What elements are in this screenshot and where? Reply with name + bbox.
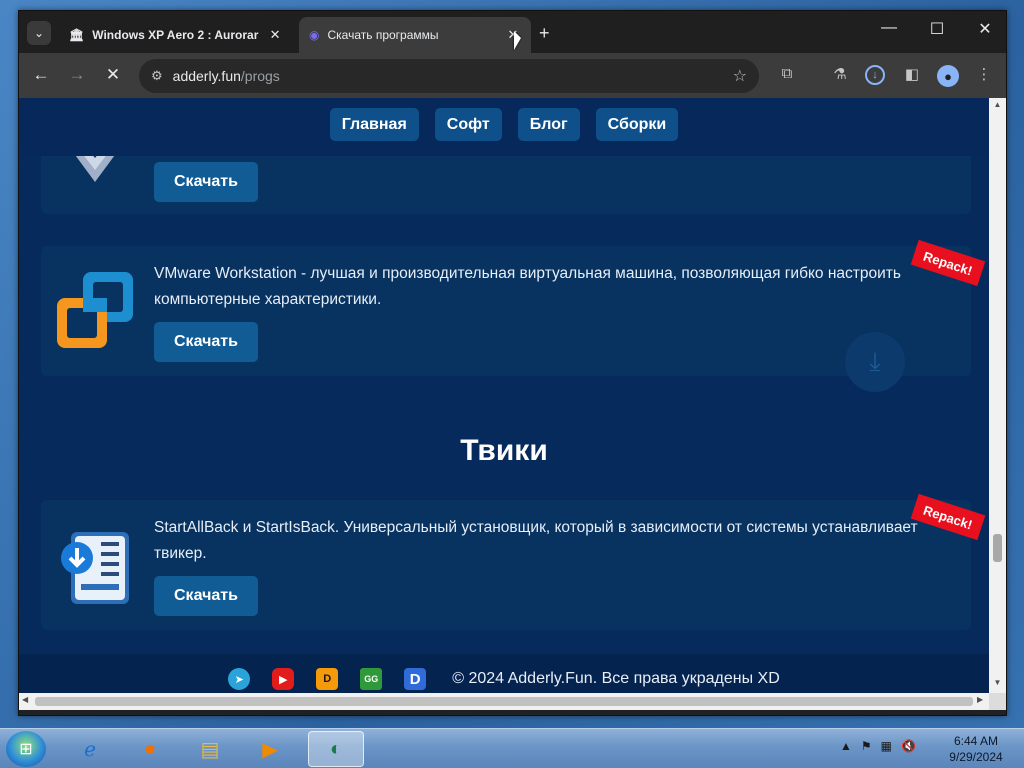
tab-windows-xp-aero[interactable]: 🏛 Windows XP Aero 2 : Aurorarion ✕ <box>59 17 293 53</box>
minimize-button[interactable]: — <box>866 19 912 37</box>
scroll-up-icon[interactable]: ▲ <box>989 100 1006 109</box>
tab-title: Скачать программы <box>327 28 439 42</box>
site-navigation: Главная Софт Блог Сборки <box>19 98 989 156</box>
tab-close-icon[interactable]: ✕ <box>267 27 283 43</box>
site-info-icon[interactable]: ⚙ <box>151 68 163 84</box>
explorer-folder-icon[interactable]: ▤ <box>182 731 238 767</box>
url-text[interactable]: adderly.fun/progs <box>173 68 723 84</box>
section-title: Твики <box>460 434 548 467</box>
side-panel-icon[interactable]: ◧ <box>901 65 923 87</box>
download-button[interactable]: Скачать <box>154 576 258 616</box>
tab-bar: ⌄ 🏛 Windows XP Aero 2 : Aurorarion ✕ ◉ С… <box>19 11 1006 53</box>
mouse-cursor-icon <box>514 31 521 50</box>
scroll-right-icon[interactable]: ▶ <box>977 695 983 704</box>
gamejolt-icon[interactable]: GG <box>360 668 383 690</box>
address-bar[interactable]: ⚙ adderly.fun/progs ☆ <box>139 59 759 93</box>
browser-toolbar: ← → ✕ ⚙ adderly.fun/progs ☆ ⧉ ⚗ ↓ ◧ ● ⋮ <box>19 53 1006 99</box>
nav-blog[interactable]: Блог <box>517 108 580 141</box>
d-icon[interactable]: D <box>404 668 427 690</box>
page-viewport: Скачать Главная Софт Блог Сборки VMware … <box>19 98 989 693</box>
clock-time: 6:44 AM <box>953 734 999 748</box>
startallback-logo-icon <box>61 532 129 604</box>
tab-download-programs[interactable]: ◉ Скачать программы ✕ <box>299 17 531 53</box>
close-window-button[interactable]: ✕ <box>962 19 1006 39</box>
volume-muted-icon[interactable]: 🔇 <box>901 739 916 753</box>
horizontal-scrollbar[interactable]: ◀ ▶ <box>19 693 989 710</box>
clock-date: 9/29/2024 <box>949 750 1003 764</box>
clock[interactable]: 6:44 AM 9/29/2024 <box>936 733 1016 765</box>
program-card-vmware: VMware Workstation - лучшая и производит… <box>41 239 986 376</box>
downloads-icon[interactable]: ↓ <box>865 65 887 87</box>
boosty-icon[interactable]: D <box>316 668 339 690</box>
scrollbar-corner <box>989 693 1006 710</box>
system-tray: ▲ ⚑ ▦ 🔇 <box>840 739 916 753</box>
program-description: StartAllBack и StartIsBack. Универсальны… <box>154 519 918 562</box>
nav-builds[interactable]: Сборки <box>595 108 679 141</box>
stop-loading-button[interactable]: ✕ <box>101 65 125 85</box>
profile-icon[interactable]: ● <box>937 65 959 87</box>
firefox-icon[interactable]: ● <box>122 731 178 767</box>
nav-software[interactable]: Софт <box>434 108 502 141</box>
vmware-logo-icon <box>57 272 133 348</box>
internet-explorer-icon[interactable]: ℯ <box>62 731 118 767</box>
telegram-icon[interactable]: ➤ <box>228 668 251 690</box>
taskbar: ⊞ ℯ ● ▤ ▶ ◐ ▲ ⚑ ▦ 🔇 6:44 AM 9/29/2024 <box>0 728 1024 768</box>
forward-button[interactable]: → <box>65 65 89 85</box>
extensions-icon[interactable]: ⧉ <box>776 65 798 87</box>
copyright-text: © 2024 Adderly.Fun. Все права украдены X… <box>452 670 780 687</box>
network-icon[interactable]: ▦ <box>881 739 892 753</box>
new-tab-button[interactable]: + <box>539 23 550 44</box>
vertical-scrollbar[interactable]: ▲ ▼ <box>989 98 1006 693</box>
nav-home[interactable]: Главная <box>329 108 419 141</box>
program-card-startallback: StartAllBack и StartIsBack. Универсальны… <box>41 493 986 630</box>
program-description: VMware Workstation - лучшая и производит… <box>154 265 901 308</box>
museum-icon: 🏛 <box>69 28 85 42</box>
show-hidden-icons[interactable]: ▲ <box>840 739 852 753</box>
back-button[interactable]: ← <box>29 65 53 85</box>
download-button[interactable]: Скачать <box>154 322 258 362</box>
tab-title: Windows XP Aero 2 : Aurorarion <box>92 28 260 42</box>
action-center-flag-icon[interactable]: ⚑ <box>861 739 872 753</box>
maximize-button[interactable]: ☐ <box>914 19 960 39</box>
media-player-icon[interactable]: ▶ <box>242 731 298 767</box>
start-button[interactable]: ⊞ <box>6 731 46 767</box>
download-button[interactable]: Скачать <box>154 162 258 202</box>
url-path: /progs <box>240 68 280 84</box>
scroll-down-icon[interactable]: ▼ <box>989 678 1006 687</box>
url-host: adderly.fun <box>172 68 241 84</box>
scrollbar-thumb[interactable] <box>993 534 1002 562</box>
menu-kebab-icon[interactable]: ⋮ <box>973 65 995 87</box>
site-favicon-icon: ◉ <box>309 28 320 42</box>
site-footer: ➤ ▶ D GG D © 2024 Adderly.Fun. Все права… <box>19 654 989 693</box>
tab-search-dropdown[interactable]: ⌄ <box>27 21 51 45</box>
browser-taskbar-icon[interactable]: ◐ <box>308 731 364 767</box>
bookmark-star-icon[interactable]: ☆ <box>733 66 747 86</box>
download-fab-icon[interactable]: ⤓ <box>845 332 905 392</box>
scroll-left-icon[interactable]: ◀ <box>22 695 28 704</box>
scrollbar-thumb[interactable] <box>35 697 973 706</box>
youtube-icon[interactable]: ▶ <box>272 668 295 690</box>
labs-flask-icon[interactable]: ⚗ <box>829 65 851 87</box>
